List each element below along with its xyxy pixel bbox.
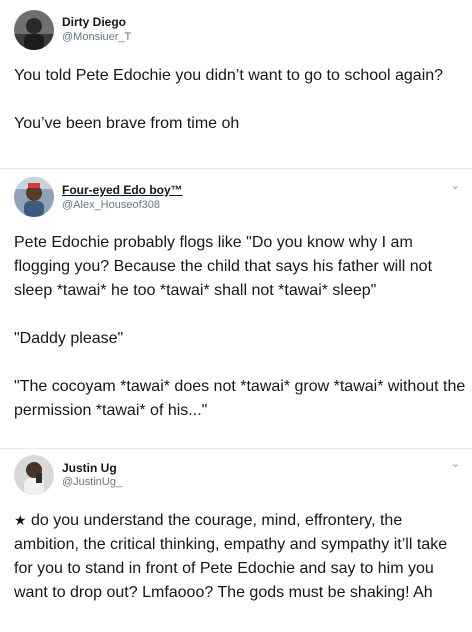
chevron-down-icon[interactable]: ⌄ bbox=[451, 181, 460, 192]
user-handle[interactable]: @JustinUg_ bbox=[62, 476, 122, 488]
tweet-justin-ug[interactable]: Justin Ug @JustinUg_ ⌄ ★ do you understa… bbox=[0, 449, 472, 632]
star-icon: ★ bbox=[14, 513, 27, 529]
tweet-paragraph: You’ve been brave from time oh bbox=[14, 115, 240, 132]
user-handle[interactable]: @Monsiuer_T bbox=[62, 31, 131, 43]
tweet-four-eyed-edo-boy[interactable]: Four-eyed Edo boy™ @Alex_Houseof308 ⌄ Pe… bbox=[0, 169, 472, 448]
tweet-text: Pete Edochie probably flogs like "Do you… bbox=[14, 231, 466, 423]
tweet-text: You told Pete Edochie you didn’t want to… bbox=[14, 64, 466, 136]
tweet-paragraph: ★ do you understand the courage, mind, e… bbox=[14, 509, 466, 605]
avatar[interactable] bbox=[14, 455, 54, 495]
tweet-paragraph-text: do you understand the courage, mind, eff… bbox=[14, 512, 448, 601]
tweet-text: ★ do you understand the courage, mind, e… bbox=[14, 509, 466, 605]
user-handle[interactable]: @Alex_Houseof308 bbox=[62, 199, 160, 211]
display-name[interactable]: Justin Ug bbox=[62, 461, 117, 475]
tweet-paragraph: You told Pete Edochie you didn’t want to… bbox=[14, 67, 444, 84]
tweet-paragraph: "Daddy please" bbox=[14, 330, 124, 347]
avatar[interactable] bbox=[14, 177, 54, 217]
chevron-down-icon[interactable]: ⌄ bbox=[451, 459, 460, 470]
avatar[interactable] bbox=[14, 10, 54, 50]
display-name[interactable]: Dirty Diego bbox=[62, 15, 126, 29]
tweet-paragraph: Pete Edochie probably flogs like "Do you… bbox=[14, 234, 433, 299]
tweet-dirty-diego[interactable]: Dirty Diego @Monsiuer_T You told Pete Ed… bbox=[0, 0, 472, 168]
display-name[interactable]: Four-eyed Edo boy™ bbox=[62, 183, 183, 197]
tweet-paragraph: "The cocoyam *tawai* does not *tawai* gr… bbox=[14, 378, 466, 419]
